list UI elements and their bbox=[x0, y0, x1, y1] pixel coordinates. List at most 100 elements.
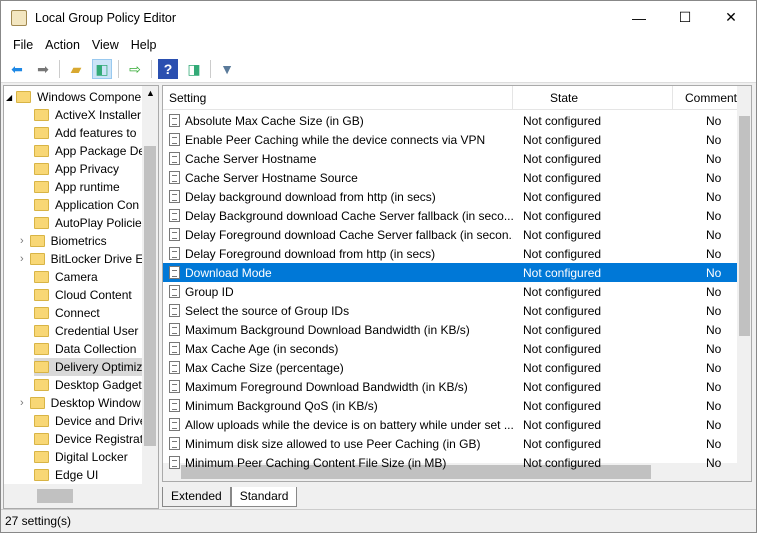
policy-setting-icon bbox=[169, 418, 180, 431]
table-row[interactable]: Maximum Foreground Download Bandwidth (i… bbox=[163, 377, 737, 396]
policy-setting-icon bbox=[169, 114, 180, 127]
tree-item[interactable]: App Package De bbox=[34, 142, 145, 160]
tree-item[interactable]: Data Collection bbox=[34, 340, 136, 358]
show-hide-tree-icon[interactable]: ◧ bbox=[92, 59, 112, 79]
forward-arrow-icon[interactable]: ➡ bbox=[33, 59, 53, 79]
tree-label: Windows Compone bbox=[37, 90, 142, 104]
vertical-scrollbar[interactable] bbox=[737, 86, 751, 463]
show-action-pane-icon[interactable]: ◨ bbox=[184, 59, 204, 79]
tree-horizontal-scrollbar[interactable] bbox=[4, 484, 158, 508]
back-arrow-icon[interactable]: ⬅ bbox=[7, 59, 27, 79]
scroll-thumb[interactable] bbox=[37, 489, 73, 503]
table-row[interactable]: Cache Server Hostname Not configured No bbox=[163, 149, 737, 168]
setting-comment: No bbox=[706, 303, 722, 318]
folder-icon bbox=[29, 235, 45, 247]
setting-comment: No bbox=[706, 151, 722, 166]
policy-setting-icon bbox=[169, 361, 180, 374]
folder-icon bbox=[34, 343, 49, 355]
table-row[interactable]: Cache Server Hostname Source Not configur… bbox=[163, 168, 737, 187]
policy-setting-icon bbox=[169, 190, 180, 203]
tree-item[interactable]: › Biometrics bbox=[20, 232, 107, 250]
tree-label: Device and Drive bbox=[55, 414, 147, 428]
toolbar: ⬅ ➡ ▰ ◧ ⇨ ? ◨ ▼ bbox=[1, 56, 756, 83]
policy-setting-icon bbox=[169, 266, 180, 279]
setting-state: Not configured bbox=[523, 113, 602, 128]
help-icon[interactable]: ? bbox=[158, 59, 178, 79]
tree-item[interactable]: Edge UI bbox=[34, 466, 98, 484]
tree-label: Desktop Gadget bbox=[55, 378, 142, 392]
table-row[interactable]: Minimum disk size allowed to use Peer Ca… bbox=[163, 434, 737, 453]
maximize-button[interactable]: ☐ bbox=[662, 1, 708, 34]
tree-vertical-scrollbar[interactable]: ▲ bbox=[142, 86, 158, 484]
table-row[interactable]: Select the source of Group IDs Not config… bbox=[163, 301, 737, 320]
table-row[interactable]: Delay Background download Cache Server f… bbox=[163, 206, 737, 225]
menu-help[interactable]: Help bbox=[131, 38, 157, 52]
table-row[interactable]: Minimum Peer Caching Content File Size (… bbox=[163, 453, 737, 472]
tree-item[interactable]: ActiveX Installer bbox=[34, 106, 141, 124]
setting-state: Not configured bbox=[523, 208, 602, 223]
export-list-icon[interactable]: ⇨ bbox=[125, 59, 145, 79]
tree-label: App Privacy bbox=[55, 162, 120, 176]
tab-extended[interactable]: Extended bbox=[162, 487, 231, 507]
table-row[interactable]: Delay background download from http (in … bbox=[163, 187, 737, 206]
table-row[interactable]: Delay Foreground download from http (in … bbox=[163, 244, 737, 263]
folder-icon bbox=[34, 163, 49, 175]
tree-item-root[interactable]: ◢ Windows Compone bbox=[6, 88, 141, 106]
tree-item[interactable]: AutoPlay Policie bbox=[34, 214, 142, 232]
setting-state: Not configured bbox=[523, 284, 602, 299]
tree-item[interactable]: Device and Drive bbox=[34, 412, 146, 430]
table-row[interactable]: Absolute Max Cache Size (in GB) Not confi… bbox=[163, 111, 737, 130]
tree-item[interactable]: › BitLocker Drive E bbox=[20, 250, 143, 268]
setting-state: Not configured bbox=[523, 151, 602, 166]
table-row[interactable]: Group ID Not configured No bbox=[163, 282, 737, 301]
table-row[interactable]: Max Cache Age (in seconds) Not configured… bbox=[163, 339, 737, 358]
close-button[interactable]: ✕ bbox=[708, 1, 754, 34]
tree-item[interactable]: Desktop Gadget bbox=[34, 376, 142, 394]
table-row[interactable]: Enable Peer Caching while the device con… bbox=[163, 130, 737, 149]
tree-item[interactable]: App runtime bbox=[34, 178, 120, 196]
setting-state: Not configured bbox=[523, 436, 602, 451]
table-row[interactable]: Maximum Background Download Bandwidth (i… bbox=[163, 320, 737, 339]
menu-view[interactable]: View bbox=[92, 38, 119, 52]
folder-icon bbox=[34, 199, 49, 211]
menu-bar: File Action View Help bbox=[1, 34, 756, 56]
setting-comment: No bbox=[706, 398, 722, 413]
setting-state: Not configured bbox=[523, 322, 602, 337]
column-setting[interactable]: Setting bbox=[163, 86, 513, 109]
tree-label: BitLocker Drive E bbox=[50, 252, 144, 266]
tree-item[interactable]: Cloud Content bbox=[34, 286, 132, 304]
tree-item[interactable]: App Privacy bbox=[34, 160, 119, 178]
settings-list: Setting State Comment Absolute Max Cache… bbox=[162, 85, 752, 482]
column-state[interactable]: State bbox=[513, 86, 673, 109]
tree-item[interactable]: Device Registrat bbox=[34, 430, 143, 448]
setting-state: Not configured bbox=[523, 341, 602, 356]
tree-label: Delivery Optimiz bbox=[55, 360, 143, 374]
table-row[interactable]: Allow uploads while the device is on bat… bbox=[163, 415, 737, 434]
table-row[interactable]: Delay Foreground download Cache Server f… bbox=[163, 225, 737, 244]
tree-item[interactable]: Add features to bbox=[34, 124, 136, 142]
folder-icon bbox=[34, 181, 49, 193]
filter-icon[interactable]: ▼ bbox=[217, 59, 237, 79]
tree-item[interactable]: Connect bbox=[34, 304, 100, 322]
tree-item[interactable]: Credential User I bbox=[34, 322, 145, 340]
menu-action[interactable]: Action bbox=[45, 38, 80, 52]
table-row[interactable]: Minimum Background QoS (in KB/s) Not conf… bbox=[163, 396, 737, 415]
column-comment[interactable]: Comment bbox=[673, 86, 738, 109]
up-folder-icon[interactable]: ▰ bbox=[66, 59, 86, 79]
tree-item[interactable]: Digital Locker bbox=[34, 448, 128, 466]
menu-file[interactable]: File bbox=[13, 38, 33, 52]
tree-item[interactable]: Camera bbox=[34, 268, 98, 286]
minimize-button[interactable]: — bbox=[616, 1, 662, 34]
setting-comment: No bbox=[706, 379, 722, 394]
scroll-thumb[interactable] bbox=[144, 146, 156, 446]
policy-setting-icon bbox=[169, 342, 180, 355]
setting-comment: No bbox=[706, 189, 722, 204]
tree-item[interactable]: › Desktop Window bbox=[20, 394, 141, 412]
table-row[interactable]: Max Cache Size (percentage) Not configure… bbox=[163, 358, 737, 377]
table-row[interactable]: Download Mode Not configured No bbox=[163, 263, 737, 282]
tab-standard[interactable]: Standard bbox=[230, 487, 298, 507]
scroll-thumb[interactable] bbox=[739, 116, 750, 336]
tree-item[interactable]: Application Con bbox=[34, 196, 139, 214]
tree-label: Device Registrat bbox=[55, 432, 144, 446]
tree-item[interactable]: Delivery Optimiz bbox=[34, 358, 143, 376]
